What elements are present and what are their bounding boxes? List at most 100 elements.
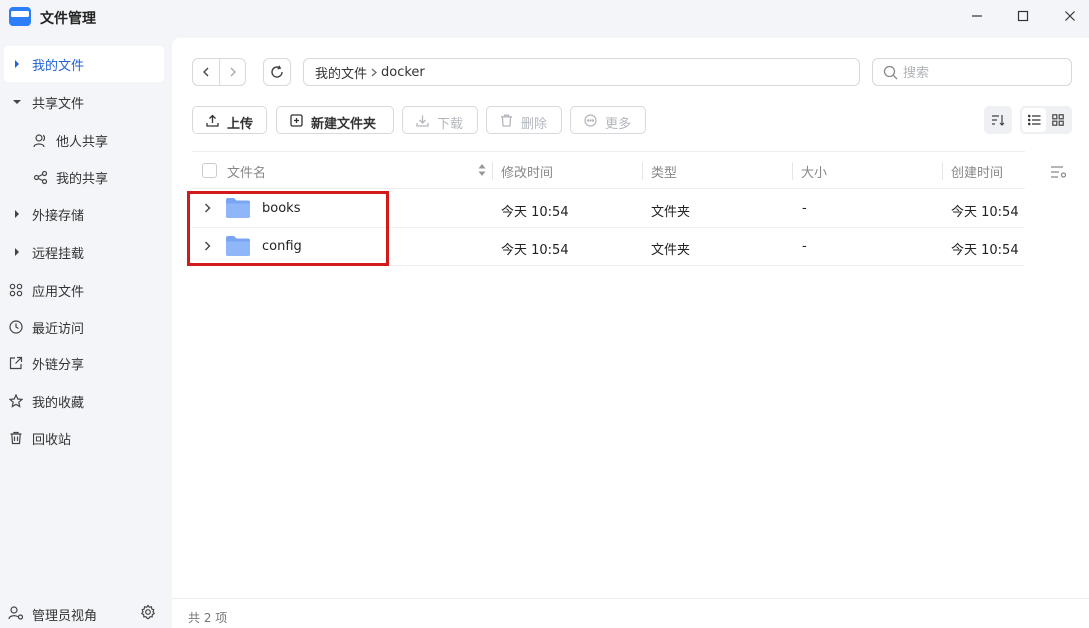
file-type: 文件夹 xyxy=(651,205,691,220)
breadcrumb-item-my-files[interactable]: 我的文件 xyxy=(315,63,367,82)
sidebar-item-remote-mount[interactable]: 远程挂载 xyxy=(4,234,164,270)
caret-right-icon xyxy=(12,248,22,256)
caret-down-icon xyxy=(12,99,22,105)
column-divider xyxy=(792,162,793,180)
refresh-icon xyxy=(271,65,283,78)
file-size: - xyxy=(802,239,807,254)
status-bar: 共 2 项 xyxy=(172,598,1089,628)
chevron-right-icon xyxy=(371,68,377,77)
delete-label: 删除 xyxy=(521,117,548,132)
sort-button[interactable] xyxy=(984,106,1012,134)
download-button[interactable]: 下载 xyxy=(402,106,478,134)
title-bar: 文件管理 xyxy=(0,0,1089,36)
view-toggle xyxy=(1020,106,1072,134)
main-panel: 我的文件 docker 上传 新建文件夹 下载 xyxy=(172,38,1089,598)
upload-icon xyxy=(205,113,219,127)
new-folder-button[interactable]: 新建文件夹 xyxy=(276,106,394,134)
external-link-icon xyxy=(8,355,24,371)
created-time: 今天 10:54 xyxy=(951,243,1019,258)
sidebar-item-label: 远程挂载 xyxy=(32,246,85,262)
sidebar-item-app-files[interactable]: 应用文件 xyxy=(4,272,164,308)
sidebar-item-label: 我的收藏 xyxy=(32,395,85,411)
sidebar-item-recycle-bin[interactable]: 回收站 xyxy=(4,420,164,456)
trash-icon xyxy=(8,430,24,446)
list-view-button[interactable] xyxy=(1022,108,1046,132)
sidebar-item-shared-files[interactable]: 共享文件 xyxy=(4,84,164,120)
created-time: 今天 10:54 xyxy=(951,205,1019,220)
select-all-checkbox[interactable] xyxy=(202,163,217,178)
close-button[interactable] xyxy=(1055,4,1085,28)
minimize-icon xyxy=(972,15,982,17)
close-icon xyxy=(1065,11,1075,21)
refresh-button[interactable] xyxy=(263,58,291,86)
sidebar-item-label: 我的共享 xyxy=(56,171,109,187)
sort-icon xyxy=(992,115,1005,126)
table-header: 文件名 修改时间 类型 大小 创建时间 xyxy=(192,151,1025,189)
sidebar-item-label: 他人共享 xyxy=(56,134,109,150)
download-label: 下载 xyxy=(437,117,464,132)
gear-icon[interactable] xyxy=(140,604,156,620)
users-icon xyxy=(32,132,48,148)
chevron-left-icon xyxy=(203,67,209,77)
star-icon xyxy=(8,393,24,409)
modified-time: 今天 10:54 xyxy=(501,243,569,258)
clock-icon xyxy=(8,319,24,335)
item-count: 共 2 项 xyxy=(188,611,228,625)
sidebar-item-label: 我的文件 xyxy=(32,58,85,74)
breadcrumb[interactable]: 我的文件 docker xyxy=(303,58,860,86)
download-icon xyxy=(415,113,429,127)
column-size[interactable]: 大小 xyxy=(801,162,827,181)
minimize-button[interactable] xyxy=(962,4,992,28)
trash-icon xyxy=(499,113,513,127)
more-button[interactable]: 更多 xyxy=(570,106,646,134)
column-settings-icon[interactable] xyxy=(1050,165,1068,179)
sidebar-item-my-shares[interactable]: 我的共享 xyxy=(4,159,164,195)
column-created[interactable]: 创建时间 xyxy=(951,162,1003,181)
sidebar-item-label: 最近访问 xyxy=(32,321,85,337)
file-size: - xyxy=(802,201,807,216)
maximize-icon xyxy=(1017,10,1029,22)
more-label: 更多 xyxy=(605,117,632,132)
sidebar-item-shared-with-me[interactable]: 他人共享 xyxy=(4,122,164,158)
admin-view-toggle[interactable]: 管理员视角 xyxy=(0,598,172,628)
sidebar: 我的文件 共享文件 他人共享 我的共享 外接存储 远程挂载 应用文件 最近访问 … xyxy=(0,38,172,628)
upload-label: 上传 xyxy=(227,117,254,132)
sidebar-item-favorites[interactable]: 我的收藏 xyxy=(4,383,164,419)
column-divider xyxy=(492,162,493,180)
sidebar-item-label: 外链分享 xyxy=(32,357,85,373)
sidebar-item-label: 外接存储 xyxy=(32,208,85,224)
share-icon xyxy=(32,169,48,185)
breadcrumb-item-docker[interactable]: docker xyxy=(381,65,425,80)
sidebar-item-external-link-share[interactable]: 外链分享 xyxy=(4,345,164,381)
new-folder-label: 新建文件夹 xyxy=(311,117,377,132)
sort-arrows-icon[interactable] xyxy=(478,163,486,177)
back-button[interactable] xyxy=(193,59,219,85)
list-view-icon xyxy=(1027,114,1040,126)
delete-button[interactable]: 删除 xyxy=(486,106,562,134)
apps-icon xyxy=(8,282,24,298)
column-divider xyxy=(642,162,643,180)
sidebar-item-my-files[interactable]: 我的文件 xyxy=(4,46,164,82)
app-title: 文件管理 xyxy=(40,11,96,27)
search-icon xyxy=(883,65,898,80)
maximize-button[interactable] xyxy=(1008,4,1038,28)
admin-icon xyxy=(8,606,24,620)
app-logo-icon xyxy=(9,7,31,26)
column-modified[interactable]: 修改时间 xyxy=(501,162,553,181)
forward-button[interactable] xyxy=(219,59,245,85)
modified-time: 今天 10:54 xyxy=(501,205,569,220)
grid-view-icon xyxy=(1052,114,1064,126)
column-type[interactable]: 类型 xyxy=(651,162,677,181)
history-nav xyxy=(192,58,246,86)
upload-button[interactable]: 上传 xyxy=(192,106,267,134)
sidebar-item-external-storage[interactable]: 外接存储 xyxy=(4,196,164,232)
column-name[interactable]: 文件名 xyxy=(227,162,266,181)
new-folder-icon xyxy=(289,113,303,127)
search-box[interactable] xyxy=(872,58,1072,86)
sidebar-item-label: 共享文件 xyxy=(32,96,85,112)
search-input[interactable] xyxy=(903,63,1063,83)
chevron-right-icon xyxy=(230,67,236,77)
sidebar-item-recent[interactable]: 最近访问 xyxy=(4,309,164,345)
admin-view-label: 管理员视角 xyxy=(32,609,98,624)
grid-view-button[interactable] xyxy=(1046,108,1070,132)
